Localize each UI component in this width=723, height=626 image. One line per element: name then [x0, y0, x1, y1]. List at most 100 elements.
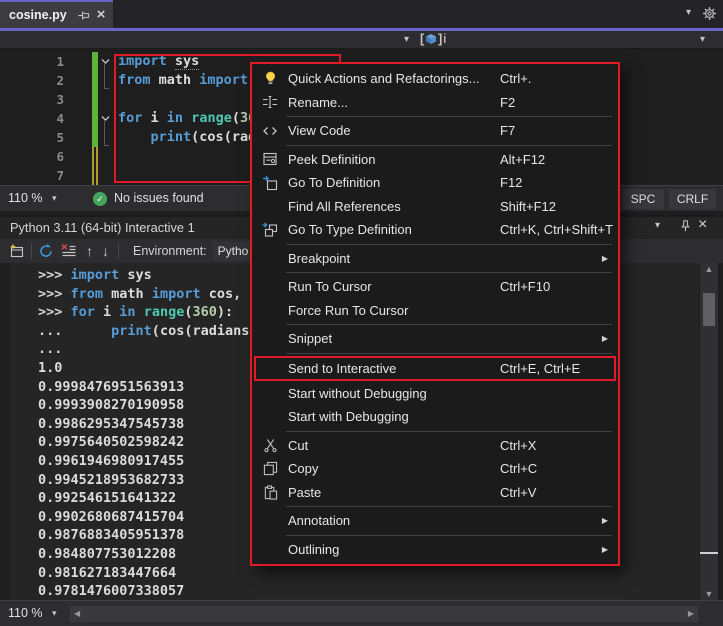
- menu-item-run-to-cursor[interactable]: Run To CursorCtrl+F10: [252, 275, 618, 299]
- menu-item-shortcut: F7: [500, 123, 515, 138]
- issues-check-icon: ✓: [93, 192, 107, 206]
- menu-item-peek-definition[interactable]: Peek DefinitionAlt+F12: [252, 148, 618, 172]
- menu-item-go-to-type-definition[interactable]: Go To Type DefinitionCtrl+K, Ctrl+Shift+…: [252, 218, 618, 242]
- menu-item-label: Start with Debugging: [288, 409, 409, 424]
- horizontal-scrollbar[interactable]: ◀ ▶: [70, 606, 698, 622]
- vertical-scrollbar[interactable]: ▲ ▼: [700, 263, 718, 600]
- document-tab-strip: cosine.py × ▾: [0, 0, 723, 28]
- cut-icon: [252, 438, 288, 453]
- repl-prompt: ...: [38, 341, 71, 357]
- code-token: [71, 323, 112, 339]
- menu-item-shortcut: Ctrl+.: [500, 71, 531, 86]
- menu-item-start-without-debugging[interactable]: Start without Debugging: [252, 382, 618, 406]
- menu-item-quick-actions-and-refactorings[interactable]: Quick Actions and Refactorings...Ctrl+.: [252, 67, 618, 91]
- repl-line: 0.981627183447664: [38, 564, 699, 583]
- environment-label: Environment:: [133, 244, 207, 258]
- menu-item-find-all-references[interactable]: Find All ReferencesShift+F12: [252, 195, 618, 219]
- menu-item-snippet[interactable]: Snippet▶: [252, 327, 618, 351]
- scroll-down-icon[interactable]: ▼: [700, 589, 718, 599]
- menu-item-copy[interactable]: CopyCtrl+C: [252, 457, 618, 481]
- field-cube-icon: [425, 33, 437, 45]
- menu-item-shortcut: F12: [500, 175, 522, 190]
- gear-icon[interactable]: [702, 6, 717, 21]
- toolbar-separator: [118, 243, 119, 259]
- menu-item-label: Annotation: [288, 513, 350, 528]
- scrollbar-split-line: [700, 552, 718, 554]
- clear-screen-icon[interactable]: [60, 243, 77, 259]
- view-code-icon: [252, 123, 288, 139]
- menu-separator: [286, 116, 612, 117]
- go-to-type-definition-icon: [252, 222, 288, 238]
- menu-item-label: Cut: [288, 438, 308, 453]
- menu-item-shortcut: Shift+F12: [500, 199, 556, 214]
- panel-options-chevron-icon[interactable]: ▾: [655, 220, 660, 231]
- menu-item-label: Copy: [288, 461, 318, 476]
- tab-title: cosine.py: [9, 8, 67, 22]
- panel-close-icon[interactable]: ×: [698, 216, 707, 234]
- line-number: 4: [0, 109, 64, 128]
- code-token: ):: [217, 304, 233, 320]
- repl-prompt: >>>: [38, 304, 71, 320]
- member-dropdown[interactable]: [ ] i: [420, 32, 446, 46]
- zoom-chevron-icon[interactable]: ▾: [52, 193, 57, 204]
- history-next-icon[interactable]: ↓: [102, 243, 109, 259]
- scroll-left-icon[interactable]: ◀: [74, 609, 80, 618]
- pin-icon[interactable]: [77, 9, 90, 22]
- code-token: import: [71, 267, 120, 283]
- type-dropdown-chevron-icon[interactable]: ▾: [404, 34, 409, 45]
- menu-item-label: Peek Definition: [288, 152, 375, 167]
- window-list-chevron-icon[interactable]: ▾: [686, 7, 691, 18]
- menu-item-rename[interactable]: Rename...F2: [252, 91, 618, 115]
- repl-prompt: >>>: [38, 267, 71, 283]
- space-indicator-badge[interactable]: SPC: [622, 189, 664, 209]
- menu-item-label: Snippet: [288, 331, 332, 346]
- line-number: 3: [0, 90, 64, 109]
- history-previous-icon[interactable]: ↑: [86, 243, 93, 259]
- menu-item-label: View Code: [288, 123, 351, 138]
- fold-chevron-icon[interactable]: [100, 56, 111, 67]
- panel-pin-icon[interactable]: [679, 219, 692, 233]
- code-token: sys: [119, 267, 152, 283]
- menu-item-force-run-to-cursor[interactable]: Force Run To Cursor: [252, 299, 618, 323]
- menu-item-cut[interactable]: CutCtrl+X: [252, 434, 618, 458]
- interactive-zoom-control[interactable]: 110 %: [8, 606, 43, 620]
- scrollbar-thumb[interactable]: [703, 293, 715, 326]
- copy-icon: [252, 461, 288, 476]
- toolbar-separator: [31, 243, 32, 259]
- zoom-chevron-icon[interactable]: ▾: [52, 608, 57, 619]
- menu-item-send-to-interactive[interactable]: Send to InteractiveCtrl+E, Ctrl+E: [254, 356, 616, 381]
- line-ending-badge[interactable]: CRLF: [669, 189, 716, 209]
- menu-item-outlining[interactable]: Outlining▶: [252, 538, 618, 562]
- line-number: 1: [0, 52, 64, 71]
- refresh-icon[interactable]: [38, 243, 54, 259]
- menu-separator: [286, 324, 612, 325]
- menu-item-label: Go To Definition: [288, 175, 380, 190]
- fold-chevron-icon[interactable]: [100, 113, 111, 124]
- scroll-right-icon[interactable]: ▶: [688, 609, 694, 618]
- editor-zoom-control[interactable]: 110 %: [8, 191, 43, 205]
- menu-item-paste[interactable]: PasteCtrl+V: [252, 481, 618, 505]
- menu-item-shortcut: Ctrl+V: [500, 485, 536, 500]
- code-token: cos,: [201, 286, 242, 302]
- code-token: from: [71, 286, 104, 302]
- code-token: math: [103, 286, 152, 302]
- menu-item-view-code[interactable]: View Code F7: [252, 119, 618, 143]
- menu-item-breakpoint[interactable]: Breakpoint▶: [252, 247, 618, 271]
- menu-separator: [286, 145, 612, 146]
- menu-separator: [286, 272, 612, 273]
- menu-item-start-with-debugging[interactable]: Start with Debugging: [252, 405, 618, 429]
- menu-item-label: Run To Cursor: [288, 279, 372, 294]
- menu-item-label: Outlining: [288, 542, 339, 557]
- code-token: i: [95, 304, 119, 320]
- menu-item-go-to-definition[interactable]: Go To Definition F12: [252, 171, 618, 195]
- member-name: i: [443, 32, 446, 46]
- member-dropdown-chevron-icon[interactable]: ▾: [700, 34, 705, 45]
- tab-cosine-py[interactable]: cosine.py ×: [0, 0, 113, 28]
- bracket-open: [: [420, 32, 424, 46]
- reset-interactive-window-icon[interactable]: [8, 243, 25, 259]
- line-number: 6: [0, 147, 64, 166]
- close-icon[interactable]: ×: [97, 9, 106, 21]
- menu-item-annotation[interactable]: Annotation▶: [252, 509, 618, 533]
- scroll-up-icon[interactable]: ▲: [700, 264, 718, 274]
- code-token: cos: [160, 323, 184, 339]
